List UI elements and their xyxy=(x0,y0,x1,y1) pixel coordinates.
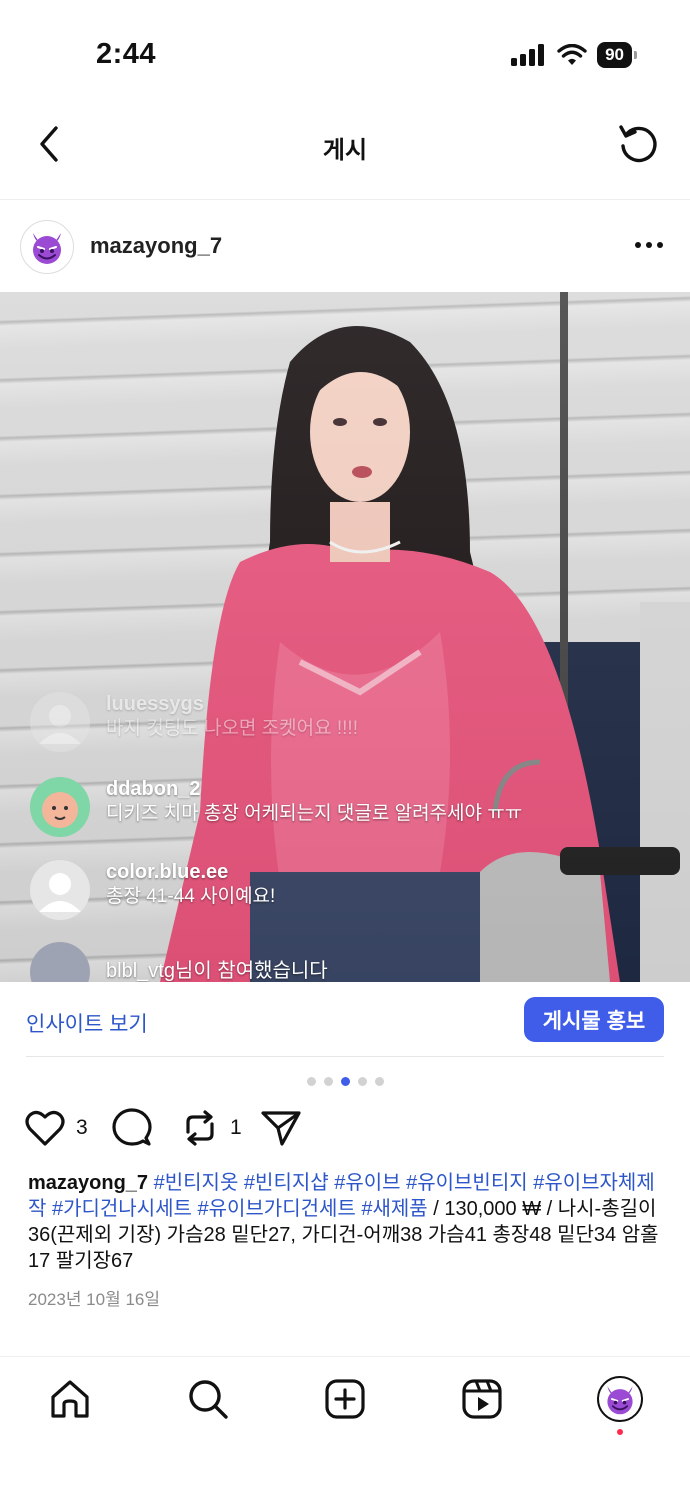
create-icon[interactable] xyxy=(323,1377,367,1421)
profile-avatar[interactable] xyxy=(597,1376,643,1422)
hashtag[interactable]: #유이브빈티지 xyxy=(406,1172,528,1194)
carousel-dot xyxy=(306,1077,316,1086)
post-media[interactable]: luuessygs 바지 컷팅도 나오면 조켓어요 !!!! ddabon_2 … xyxy=(0,292,690,982)
comment-text: 바지 컷팅도 나오면 조켓어요 !!!! xyxy=(106,718,358,739)
signal-icon xyxy=(511,44,545,66)
post-header: mazayong_7 xyxy=(0,200,690,292)
status-time: 2:44 xyxy=(96,38,157,70)
post-date: 2023년 10월 16일 xyxy=(28,1290,161,1309)
post-username[interactable]: mazayong_7 xyxy=(90,233,222,259)
commenter-avatar xyxy=(30,942,90,982)
avatar[interactable] xyxy=(20,220,74,274)
comment-text: 디키즈 치마 총장 어케되는지 댓글로 알려주세야 ㅠㅠ xyxy=(106,803,523,824)
home-icon[interactable] xyxy=(48,1377,92,1421)
like-action: 3 xyxy=(24,1108,88,1148)
reels-icon[interactable] xyxy=(460,1377,504,1421)
carousel-dot xyxy=(374,1077,384,1086)
carousel-dot xyxy=(323,1077,333,1086)
hashtag[interactable]: #새제품 xyxy=(361,1198,427,1220)
comment-text: 총장 41-44 사이예요! xyxy=(106,886,276,907)
status-icons: 90 xyxy=(511,42,637,68)
view-insights-link[interactable]: 인사이트 보기 xyxy=(26,1008,148,1038)
more-icon[interactable] xyxy=(632,228,666,262)
battery-indicator: 90 xyxy=(597,42,637,68)
heart-icon[interactable] xyxy=(24,1108,66,1148)
search-icon[interactable] xyxy=(186,1377,230,1421)
refresh-icon[interactable] xyxy=(616,120,662,166)
hashtag[interactable]: #유이브 xyxy=(334,1172,400,1194)
commenter-avatar xyxy=(30,777,90,837)
carousel-dot xyxy=(357,1077,367,1086)
comment-icon[interactable] xyxy=(112,1108,152,1148)
live-comment: blbl_vtg님이 참여했습니다 xyxy=(30,942,328,982)
like-count[interactable]: 3 xyxy=(76,1116,88,1140)
commenter-avatar xyxy=(30,860,90,920)
comment-user: ddabon_2 xyxy=(106,778,201,800)
hashtag[interactable]: #빈티지옷 xyxy=(154,1172,239,1194)
devil-emoji-icon xyxy=(607,1386,633,1415)
carousel-dot-active xyxy=(340,1077,350,1086)
top-nav: 게시 xyxy=(0,100,690,200)
share-icon[interactable] xyxy=(260,1108,302,1148)
comment-action xyxy=(112,1108,152,1148)
notification-dot xyxy=(617,1429,623,1435)
page-title: 게시 xyxy=(322,137,368,164)
post-caption: mazayong_7 #빈티지옷 #빈티지샵 #유이브 #유이브빈티지 #유이브… xyxy=(28,1170,664,1274)
repost-count[interactable]: 1 xyxy=(230,1116,242,1140)
devil-emoji-icon xyxy=(33,233,61,264)
caption-username[interactable]: mazayong_7 xyxy=(28,1172,148,1194)
hashtag[interactable]: #유이브가디건세트 xyxy=(197,1198,355,1220)
commenter-avatar xyxy=(30,692,90,752)
comment-user: luuessygs xyxy=(106,693,204,715)
live-comment: luuessygs 바지 컷팅도 나오면 조켓어요 !!!! xyxy=(30,692,358,752)
wifi-icon xyxy=(557,44,587,65)
live-comment: ddabon_2 디키즈 치마 총장 어케되는지 댓글로 알려주세야 ㅠㅠ xyxy=(30,777,522,837)
repost-icon[interactable] xyxy=(180,1108,220,1148)
share-action xyxy=(260,1108,302,1148)
carousel-indicator xyxy=(0,1077,690,1086)
promote-post-button[interactable]: 게시물 홍보 xyxy=(524,997,664,1042)
bottom-tab-bar xyxy=(0,1356,690,1500)
join-notice: blbl_vtg님이 참여했습니다 xyxy=(106,960,328,982)
hashtag[interactable]: #가디건나시세트 xyxy=(52,1198,192,1220)
hashtag[interactable]: #빈티지샵 xyxy=(244,1172,329,1194)
status-bar: 2:44 90 xyxy=(0,0,690,100)
post-actions: 3 1 xyxy=(24,1108,664,1152)
divider xyxy=(26,1056,664,1057)
comment-user: color.blue.ee xyxy=(106,861,229,883)
live-comment: color.blue.ee 총장 41-44 사이예요! xyxy=(30,860,275,920)
repost-action: 1 xyxy=(180,1108,242,1148)
